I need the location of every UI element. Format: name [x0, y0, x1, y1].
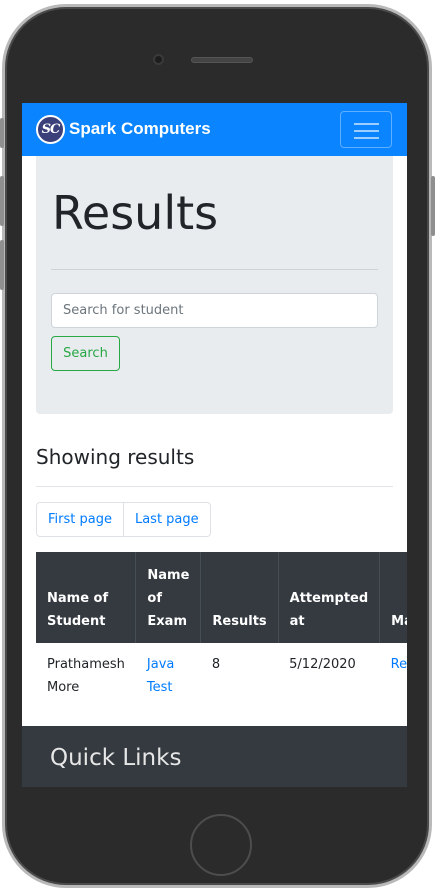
column-header-student: Name of Student: [36, 552, 137, 643]
screen: SC Spark Computers Results Search Showin…: [22, 103, 407, 787]
home-button[interactable]: [190, 814, 252, 876]
speaker-grille: [191, 57, 253, 63]
last-page-link[interactable]: Last page: [122, 503, 210, 536]
brand-logo[interactable]: SC: [36, 115, 65, 144]
first-page-link[interactable]: First page: [37, 503, 123, 536]
column-header-exam: Name of Exam: [135, 552, 202, 643]
mute-switch: [0, 118, 4, 148]
hamburger-icon: [354, 130, 379, 132]
hamburger-icon: [354, 123, 379, 125]
results-jumbotron: Results Search: [36, 156, 393, 414]
student-search-input[interactable]: [51, 293, 378, 328]
results-table: Name of Student Name of Exam Results Att…: [36, 552, 407, 709]
menu-toggle-button[interactable]: [340, 111, 392, 148]
power-button: [431, 176, 435, 236]
footer-title: Quick Links: [50, 745, 182, 771]
page-title: Results: [52, 186, 219, 240]
brand-name[interactable]: Spark Computers: [69, 119, 211, 139]
results-table-container[interactable]: Name of Student Name of Exam Results Att…: [36, 552, 407, 712]
column-header-results: Results: [200, 552, 279, 643]
divider: [36, 486, 393, 487]
navbar: SC Spark Computers: [22, 103, 407, 156]
column-header-attempted-at: Attempted at: [278, 552, 381, 643]
volume-down-button: [0, 240, 4, 290]
student-name-cell: Prathamesh More: [47, 657, 125, 695]
volume-up-button: [0, 176, 4, 226]
divider: [51, 269, 378, 270]
results-heading: Showing results: [36, 445, 195, 469]
table-header-row: Name of Student Name of Exam Results Att…: [36, 552, 407, 643]
attempted-at-cell: 5/12/2020: [289, 657, 356, 672]
column-header-manage: Manage: [379, 552, 407, 643]
table-row: Prathamesh More Java Test 8 5/12/2020 Re…: [36, 643, 407, 709]
search-button[interactable]: Search: [51, 336, 120, 371]
exam-name-link[interactable]: Java Test: [136, 643, 201, 709]
footer: Quick Links: [22, 726, 407, 787]
hamburger-icon: [354, 137, 379, 139]
pagination: First page Last page: [36, 502, 211, 537]
camera-icon: [153, 54, 164, 65]
result-cell: 8: [211, 657, 221, 672]
remove-link[interactable]: Remove: [380, 643, 407, 709]
